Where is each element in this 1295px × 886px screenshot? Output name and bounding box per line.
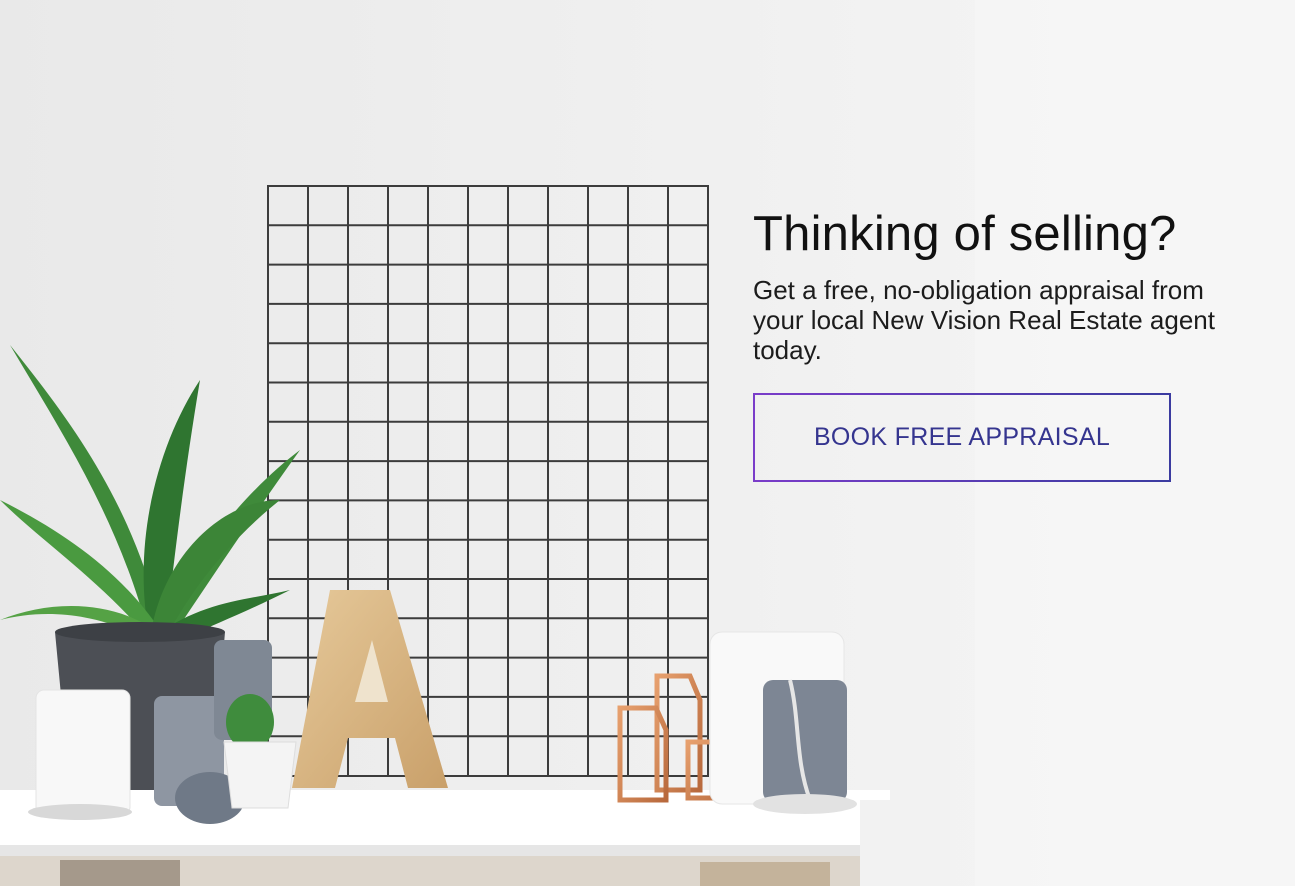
hero-banner: Thinking of selling? Get a free, no-obli… — [0, 0, 1295, 886]
book-appraisal-label: BOOK FREE APPRAISAL — [813, 423, 1111, 451]
headline: Thinking of selling? — [753, 207, 1177, 261]
subtext: Get a free, no-obligation appraisal from… — [753, 275, 1215, 365]
book-appraisal-button[interactable]: BOOK FREE APPRAISAL — [753, 393, 1171, 482]
cta-content: Thinking of selling? Get a free, no-obli… — [753, 205, 1273, 365]
candles-right — [709, 631, 857, 814]
